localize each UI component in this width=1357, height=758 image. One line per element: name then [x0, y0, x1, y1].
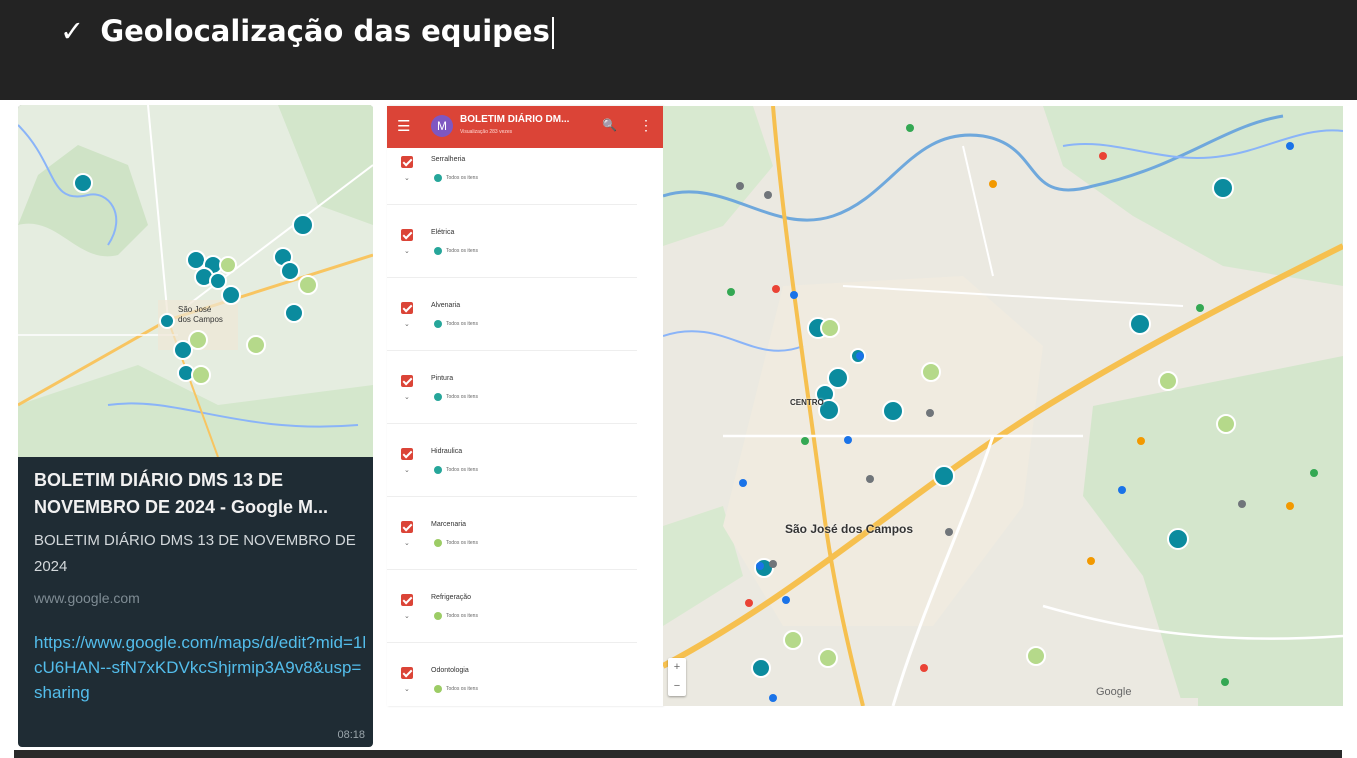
- checkmark-icon: ✓: [60, 14, 85, 48]
- layer-name: Marcenaria: [431, 521, 467, 528]
- layer-marker-icon: [434, 539, 442, 547]
- layer-checkbox[interactable]: [401, 156, 413, 168]
- preview-domain: www.google.com: [34, 590, 140, 606]
- layer-name: Serralheria: [431, 156, 466, 163]
- chevron-down-icon[interactable]: ⌄: [404, 612, 410, 620]
- layer-items-label[interactable]: Todos os itens: [446, 321, 478, 327]
- divider: [387, 277, 637, 278]
- message-timestamp: 08:18: [337, 729, 365, 741]
- chevron-down-icon[interactable]: ⌄: [404, 466, 410, 474]
- layer-items-label[interactable]: Todos os itens: [446, 175, 478, 181]
- layer-marker-icon: [434, 612, 442, 620]
- chevron-down-icon[interactable]: ⌄: [404, 174, 410, 182]
- divider: [387, 204, 637, 205]
- layer-name: Refrigeração: [431, 594, 472, 601]
- layer-marker-icon: [434, 685, 442, 693]
- map-subtitle: Visualização 283 vezes: [460, 129, 513, 135]
- zoom-in-button[interactable]: +: [668, 658, 686, 677]
- layer-checkbox[interactable]: [401, 667, 413, 679]
- layer-checkbox[interactable]: [401, 594, 413, 606]
- slide-title-text: Geolocalização das equipes: [100, 14, 550, 48]
- chevron-down-icon[interactable]: ⌄: [404, 320, 410, 328]
- layer-items-label[interactable]: Todos os itens: [446, 467, 478, 473]
- layer-marker-icon: [434, 247, 442, 255]
- layer-checkbox[interactable]: [401, 521, 413, 533]
- chevron-down-icon[interactable]: ⌄: [404, 539, 410, 547]
- mymaps-legend-panel: ☰ M BOLETIM DIÁRIO DM... Visualização 28…: [387, 106, 663, 706]
- layer-checkbox[interactable]: [401, 448, 413, 460]
- thumb-city-label: São José: [178, 305, 212, 314]
- divider: [387, 496, 637, 497]
- layer-name: Hidraulica: [431, 448, 463, 455]
- google-map[interactable]: [663, 106, 1343, 706]
- map-title: BOLETIM DIÁRIO DM...: [460, 114, 570, 125]
- layer-marker-icon: [434, 393, 442, 401]
- menu-icon[interactable]: ☰: [397, 117, 410, 135]
- city-label: São José dos Campos: [785, 522, 914, 536]
- legend-header: ☰ M BOLETIM DIÁRIO DM... Visualização 28…: [387, 106, 663, 148]
- divider: [387, 569, 637, 570]
- preview-title[interactable]: BOLETIM DIÁRIO DMS 13 DE NOVEMBRO DE 202…: [34, 467, 364, 521]
- svg-text:dos Campos: dos Campos: [178, 315, 223, 324]
- preview-description: BOLETIM DIÁRIO DMS 13 DE NOVEMBRO DE 202…: [34, 532, 356, 575]
- layer-name: Pintura: [431, 375, 454, 382]
- layer-checkbox[interactable]: [401, 375, 413, 387]
- zoom-controls: + −: [668, 658, 686, 696]
- thumbnail-map-svg: São José dos Campos: [18, 105, 373, 457]
- bottom-edge: [14, 750, 1342, 758]
- layer-marker-icon: [434, 320, 442, 328]
- layer-checkbox[interactable]: [401, 229, 413, 241]
- chevron-down-icon[interactable]: ⌄: [404, 247, 410, 255]
- whatsapp-link-preview[interactable]: São José dos Campos BOLETIM DIÁRIO DMS 1…: [18, 105, 373, 747]
- more-vert-icon[interactable]: ⋮: [639, 117, 653, 134]
- map-canvas-svg: [663, 106, 1343, 706]
- layer-items-label[interactable]: Todos os itens: [446, 248, 478, 254]
- map-thumbnail[interactable]: São José dos Campos: [18, 105, 373, 457]
- divider: [387, 423, 637, 424]
- layer-name: Odontologia: [431, 667, 469, 674]
- layer-name: Alvenaria: [431, 302, 461, 309]
- layer-marker-icon: [434, 466, 442, 474]
- layer-items-label[interactable]: Todos os itens: [446, 613, 478, 619]
- search-icon[interactable]: 🔍: [602, 118, 617, 132]
- preview-link[interactable]: https://www.google.com/maps/d/edit?mid=1…: [34, 630, 369, 705]
- chevron-down-icon[interactable]: ⌄: [404, 685, 410, 693]
- text-cursor: [551, 17, 554, 49]
- layer-items-label[interactable]: Todos os itens: [446, 686, 478, 692]
- layer-marker-icon: [434, 174, 442, 182]
- zoom-out-button[interactable]: −: [668, 677, 686, 696]
- layer-name: Elétrica: [431, 229, 455, 236]
- layer-items-label[interactable]: Todos os itens: [446, 540, 478, 546]
- slide-title: ✓ Geolocalização das equipes: [60, 14, 554, 49]
- google-watermark: Google: [1096, 686, 1132, 698]
- layer-checkbox[interactable]: [401, 302, 413, 314]
- layer-items-label[interactable]: Todos os itens: [446, 394, 478, 400]
- avatar[interactable]: M: [431, 115, 453, 137]
- district-label: CENTRO: [790, 398, 824, 407]
- divider: [387, 642, 637, 643]
- chevron-down-icon[interactable]: ⌄: [404, 393, 410, 401]
- divider: [387, 350, 637, 351]
